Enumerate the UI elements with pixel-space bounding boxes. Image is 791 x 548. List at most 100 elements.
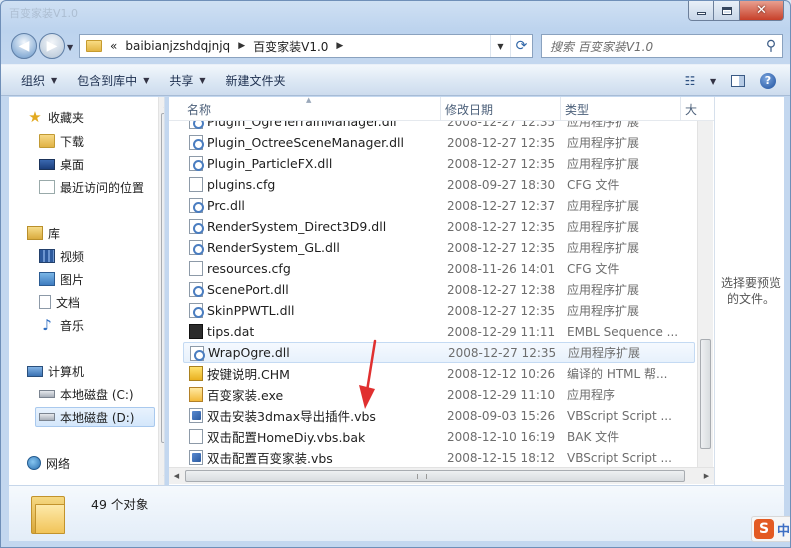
column-header-size[interactable]: 大 (681, 97, 714, 121)
file-row[interactable]: ScenePort.dll 2008-12-27 12:38 应用程序扩展 (183, 279, 695, 300)
file-type: VBScript Script ... (567, 450, 672, 465)
column-header-date[interactable]: 修改日期 (441, 97, 561, 121)
sidebar-item-network[interactable]: 网络 (27, 453, 70, 473)
file-type: 应用程序扩展 (567, 304, 640, 318)
sidebar-item-desktop[interactable]: 桌面 (39, 154, 84, 174)
breadcrumb-segment-parent[interactable]: baibianjzshdqjnjq (125, 39, 230, 53)
file-name: Plugin_OgreTerrainManager.dll (207, 121, 397, 129)
file-row[interactable]: Plugin_OctreeSceneManager.dll 2008-12-27 … (183, 132, 695, 153)
file-row[interactable]: RenderSystem_Direct3D9.dll 2008-12-27 12:… (183, 216, 695, 237)
navigation-scrollbar[interactable]: ▲ ▼ (158, 97, 165, 485)
search-input[interactable]: 搜索 百变家装V1.0 (550, 38, 760, 55)
file-date: 2008-12-27 12:35 (447, 156, 556, 171)
scroll-down-arrow-icon[interactable]: ▼ (159, 470, 165, 485)
file-row[interactable]: Prc.dll 2008-12-27 12:37 应用程序扩展 (183, 195, 695, 216)
help-button[interactable]: ? (756, 71, 780, 91)
sidebar-item-drive-d[interactable]: 本地磁盘 (D:) (35, 407, 155, 427)
file-row[interactable]: 双击配置HomeDiy.vbs.bak 2008-12-10 16:19 BAK 文… (183, 426, 695, 447)
refresh-icon: ⟳ (515, 38, 528, 54)
ime-status-badge[interactable]: S 中 (751, 516, 791, 542)
scroll-right-arrow-icon[interactable]: ▶ (699, 468, 714, 484)
file-row[interactable]: resources.cfg 2008-11-26 14:01 CFG 文件 (183, 258, 695, 279)
file-row[interactable]: 双击配置百变家装.vbs 2008-12-15 18:12 VBScript Scr… (183, 447, 695, 467)
file-row[interactable]: Plugin_OgreTerrainManager.dll 2008-12-27 … (183, 121, 695, 132)
search-icon[interactable]: ⚲ (760, 38, 782, 54)
file-name: 按键说明.CHM (207, 367, 290, 382)
search-box[interactable]: 搜索 百变家装V1.0 ⚲ (541, 34, 783, 58)
views-dropdown[interactable]: ▼ (710, 77, 720, 86)
sidebar-item-recent[interactable]: 最近访问的位置 (39, 177, 144, 197)
file-name: tips.dat (207, 324, 255, 339)
file-row[interactable]: 双击安装3dmax导出插件.vbs 2008-09-03 15:26 VBScrip… (183, 405, 695, 426)
minimize-button[interactable] (688, 1, 714, 21)
dll-file-icon (189, 219, 204, 234)
file-date: 2008-12-27 12:38 (447, 282, 556, 297)
include-in-library-button[interactable]: 包含到库中 ▼ (77, 68, 149, 92)
file-row[interactable]: 按键说明.CHM 2008-12-12 10:26 编译的 HTML 帮... (183, 363, 695, 384)
organize-button[interactable]: 组织 ▼ (21, 68, 57, 92)
sidebar-item-drive-c[interactable]: 本地磁盘 (C:) (39, 384, 134, 404)
file-row[interactable]: RenderSystem_GL.dll 2008-12-27 12:35 应用程序扩… (183, 237, 695, 258)
txt-file-icon (189, 429, 203, 444)
file-date: 2008-12-27 12:35 (447, 219, 556, 234)
refresh-button[interactable]: ⟳ (510, 35, 532, 57)
file-name: resources.cfg (207, 261, 291, 276)
file-row[interactable]: WrapOgre.dll 2008-12-27 12:35 应用程序扩展 (183, 342, 695, 363)
address-history-dropdown[interactable]: ▼ (490, 35, 510, 57)
file-type: 应用程序扩展 (567, 283, 640, 297)
horizontal-scrollbar[interactable]: ◀ ▶ (169, 467, 714, 484)
new-folder-button[interactable]: 新建文件夹 (226, 68, 286, 92)
exe-file-icon (189, 387, 203, 402)
recent-pages-dropdown[interactable]: ▼ (67, 43, 75, 52)
toolbar-right: ☷ ▼ ? (676, 69, 780, 93)
breadcrumb-segment-current[interactable]: 百变家装V1.0 (253, 38, 328, 55)
sidebar-item-downloads[interactable]: 下载 (39, 131, 84, 151)
address-bar[interactable]: « baibianjzshdqjnjq ▶ 百变家装V1.0 ▶ ▼ ⟳ (79, 34, 533, 58)
preview-message: 选择要预览的文件。 (720, 276, 781, 306)
sidebar-item-computer[interactable]: 计算机 (27, 361, 84, 381)
preview-pane-button[interactable] (726, 71, 750, 91)
file-row[interactable]: 百变家装.exe 2008-12-29 11:10 应用程序 (183, 384, 695, 405)
scrollbar-thumb[interactable] (700, 339, 711, 449)
sidebar-item-favorites[interactable]: ★ 收藏夹 (27, 107, 84, 127)
file-row[interactable]: plugins.cfg 2008-09-27 18:30 CFG 文件 (183, 174, 695, 195)
close-button[interactable]: ✕ (740, 1, 784, 21)
computer-icon (27, 365, 43, 377)
desktop-icon (39, 158, 55, 170)
file-row[interactable]: tips.dat 2008-12-29 11:11 EMBL Sequence ..… (183, 321, 695, 342)
column-header-type[interactable]: 类型 (561, 97, 681, 121)
share-button[interactable]: 共享 ▼ (169, 68, 205, 92)
file-list-vertical-scrollbar[interactable] (697, 121, 713, 467)
maximize-button[interactable] (714, 1, 740, 21)
forward-button[interactable]: ▶ (39, 33, 65, 59)
sidebar-item-pictures[interactable]: 图片 (39, 269, 84, 289)
breadcrumb-overflow[interactable]: « (110, 39, 117, 53)
sidebar-item-music[interactable]: ♪ 音乐 (39, 315, 84, 335)
breadcrumb-chevron-icon[interactable]: ▶ (238, 41, 245, 51)
views-button[interactable]: ☷ (676, 71, 704, 91)
scroll-up-arrow-icon[interactable]: ▲ (159, 97, 165, 112)
sidebar-item-documents[interactable]: 文档 (39, 292, 80, 312)
file-name: Plugin_ParticleFX.dll (207, 156, 333, 171)
sidebar-item-libraries[interactable]: 库 (27, 223, 60, 243)
column-header-name[interactable]: 名称 (183, 97, 441, 121)
scroll-left-arrow-icon[interactable]: ◀ (169, 468, 184, 484)
back-button[interactable]: ◀ (11, 33, 37, 59)
sidebar-item-label: 下载 (60, 134, 85, 149)
breadcrumb-chevron-icon[interactable]: ▶ (336, 41, 343, 51)
maximize-icon (721, 6, 732, 15)
file-name: WrapOgre.dll (208, 345, 290, 360)
txt-file-icon (189, 261, 203, 276)
drive-icon (39, 413, 55, 421)
file-name: RenderSystem_Direct3D9.dll (207, 219, 387, 234)
ime-mode-label: 中 (777, 523, 791, 539)
navigation-pane: ★ 收藏夹 下载 桌面 最近访问的位置 库 视频 图片 文档 ♪ 音乐 计算机 … (9, 97, 165, 485)
share-label: 共享 (169, 73, 194, 88)
scrollbar-thumb[interactable] (185, 470, 685, 482)
dll-file-icon (190, 346, 205, 361)
file-type: 应用程序扩展 (568, 346, 641, 360)
file-row[interactable]: Plugin_ParticleFX.dll 2008-12-27 12:35 应用程… (183, 153, 695, 174)
file-row[interactable]: SkinPPWTL.dll 2008-12-27 12:35 应用程序扩展 (183, 300, 695, 321)
sidebar-item-videos[interactable]: 视频 (39, 246, 84, 266)
scrollbar-thumb[interactable] (161, 113, 164, 443)
